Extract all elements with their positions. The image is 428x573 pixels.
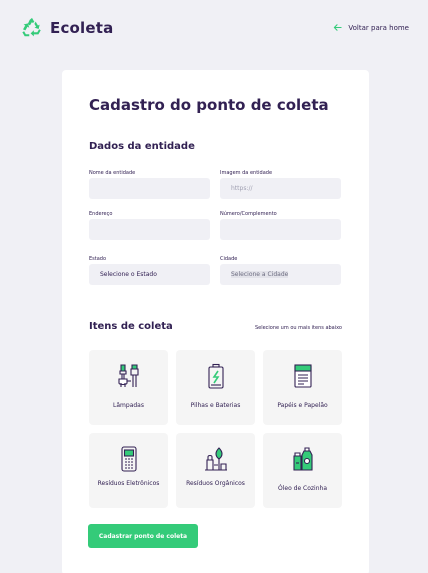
items-hint: Selecione um ou mais itens abaixo (254, 325, 342, 331)
entity-image-field: Imagem da entidade (220, 170, 341, 199)
address-field: Endereço (89, 211, 210, 240)
electronics-icon (120, 446, 137, 472)
state-label: Estado (89, 256, 107, 262)
items-section-title: Itens de coleta (89, 321, 173, 332)
recycle-icon (22, 17, 41, 37)
item-label: Lâmpadas (113, 402, 144, 409)
app-header: Ecoleta Voltar para home (0, 0, 428, 60)
item-residuos-eletronicos[interactable]: Resíduos Eletrônicos (89, 433, 168, 508)
item-pilhas-baterias[interactable]: Pilhas e Baterias (176, 350, 255, 425)
entity-name-field: Nome da entidade (89, 170, 210, 199)
app-logo: Ecoleta (21, 17, 113, 39)
back-home-link[interactable]: Voltar para home (333, 23, 409, 32)
number-input[interactable] (220, 219, 341, 240)
entity-image-input[interactable] (220, 178, 341, 199)
number-field: Número/Complemento (220, 211, 341, 240)
item-label: Resíduos Eletrônicos (97, 480, 160, 487)
item-label: Óleo de Cozinha (277, 485, 328, 492)
item-label: Resíduos Orgânicos (186, 480, 245, 487)
organic-icon (204, 447, 227, 471)
item-residuos-organicos[interactable]: Resíduos Orgânicos (176, 433, 255, 508)
entity-name-label: Nome da entidade (89, 170, 136, 176)
item-lampadas[interactable]: Lâmpadas (89, 350, 168, 425)
state-field: Estado Selecione o Estado (89, 256, 210, 285)
state-select[interactable]: Selecione o Estado (89, 264, 210, 285)
number-label: Número/Complemento (220, 211, 277, 217)
city-select-value: Selecione a Cidade (231, 271, 289, 278)
registration-form: Cadastro do ponto de coleta Dados da ent… (62, 70, 369, 573)
lightbulb-icon (117, 364, 139, 387)
app-name: Ecoleta (50, 19, 114, 37)
state-select-value: Selecione o Estado (100, 271, 157, 278)
item-oleo-cozinha[interactable]: Óleo de Cozinha (263, 433, 342, 508)
item-label: Papéis e Papelão (277, 402, 328, 409)
arrow-left-icon (334, 24, 343, 31)
submit-button[interactable]: Cadastrar ponto de coleta (88, 524, 198, 548)
entity-image-label: Imagem da entidade (220, 170, 273, 176)
item-papeis-papelao[interactable]: Papéis e Papelão (263, 350, 342, 425)
city-field: Cidade Selecione a Cidade (220, 256, 341, 285)
page-title: Cadastro do ponto de coleta (89, 96, 329, 114)
item-label: Pilhas e Baterias (190, 402, 241, 409)
back-home-label: Voltar para home (348, 23, 409, 32)
city-label: Cidade (220, 256, 238, 262)
oil-icon (292, 447, 313, 471)
entity-section-title: Dados da entidade (89, 141, 195, 152)
address-input[interactable] (89, 219, 210, 240)
address-label: Endereço (89, 211, 113, 217)
city-select[interactable]: Selecione a Cidade (220, 264, 341, 285)
entity-name-input[interactable] (89, 178, 210, 199)
paper-icon (293, 364, 312, 388)
battery-icon (207, 363, 224, 389)
